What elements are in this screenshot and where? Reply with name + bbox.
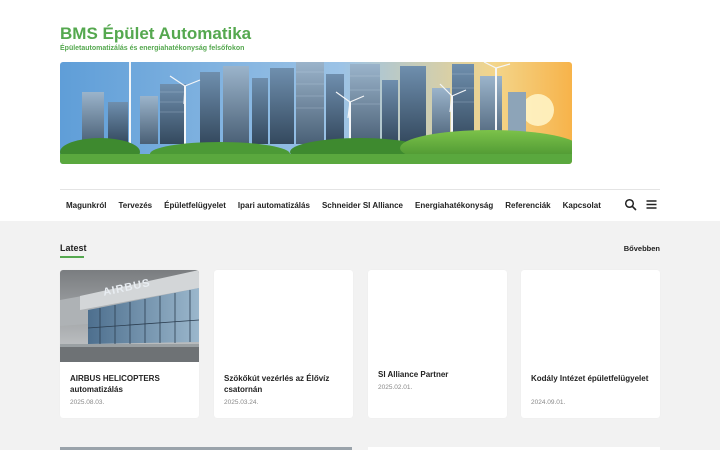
nav-item-energiahatekonysag[interactable]: Energiahatékonyság: [415, 201, 493, 210]
post-thumbnail-airbus: AIRBUS: [60, 270, 199, 362]
main-navigation: Magunkról Tervezés Épületfelügyelet Ipar…: [60, 196, 607, 214]
nav-item-referenciak[interactable]: Referenciák: [505, 201, 550, 210]
post-date: 2025.08.03.: [70, 399, 105, 406]
nav-item-tervezes[interactable]: Tervezés: [118, 201, 152, 210]
latest-underline: [60, 256, 84, 258]
nav-item-schneider-si-alliance[interactable]: Schneider SI Alliance: [322, 201, 403, 210]
post-card-airbus[interactable]: AIRBUS AIRBUS HELICOPTERS automatizálás …: [60, 270, 199, 418]
post-title[interactable]: Kodály Intézet épületfelügyelet: [531, 373, 651, 384]
post-date: 2024.09.01.: [531, 399, 566, 406]
post-card-kodaly[interactable]: Kodály Intézet épületfelügyelet 2024.09.…: [521, 270, 660, 418]
post-card-si-alliance[interactable]: SI Alliance Partner 2025.02.01.: [368, 270, 507, 418]
post-date: 2025.03.24.: [224, 399, 259, 406]
nav-divider: [60, 189, 660, 190]
site-header: BMS Épület Automatika Épületautomatizálá…: [0, 0, 720, 221]
nav-item-kapcsolat[interactable]: Kapcsolat: [563, 201, 601, 210]
post-date: 2025.02.01.: [378, 384, 413, 391]
post-title[interactable]: SI Alliance Partner: [378, 369, 498, 380]
header-banner-image: [60, 62, 572, 164]
nav-item-magunkrol[interactable]: Magunkról: [66, 201, 106, 210]
menu-icon[interactable]: [645, 198, 658, 211]
post-title[interactable]: Szökőkút vezérlés az Élővíz csatornán: [224, 373, 344, 395]
post-card-szokokut[interactable]: Szökőkút vezérlés az Élővíz csatornán 20…: [214, 270, 353, 418]
site-tagline: Épületautomatizálás és energiahatékonysá…: [60, 45, 245, 52]
nav-icons: [624, 198, 658, 211]
nav-item-epuletfelugyelet[interactable]: Épületfelügyelet: [164, 201, 226, 210]
post-title[interactable]: AIRBUS HELICOPTERS automatizálás: [70, 373, 190, 395]
latest-heading: Latest: [60, 243, 87, 253]
search-icon[interactable]: [624, 198, 637, 211]
more-link[interactable]: Bővebben: [624, 244, 660, 253]
site-title[interactable]: BMS Épület Automatika: [60, 24, 251, 44]
nav-item-ipari-automatizalas[interactable]: Ipari automatizálás: [238, 201, 310, 210]
